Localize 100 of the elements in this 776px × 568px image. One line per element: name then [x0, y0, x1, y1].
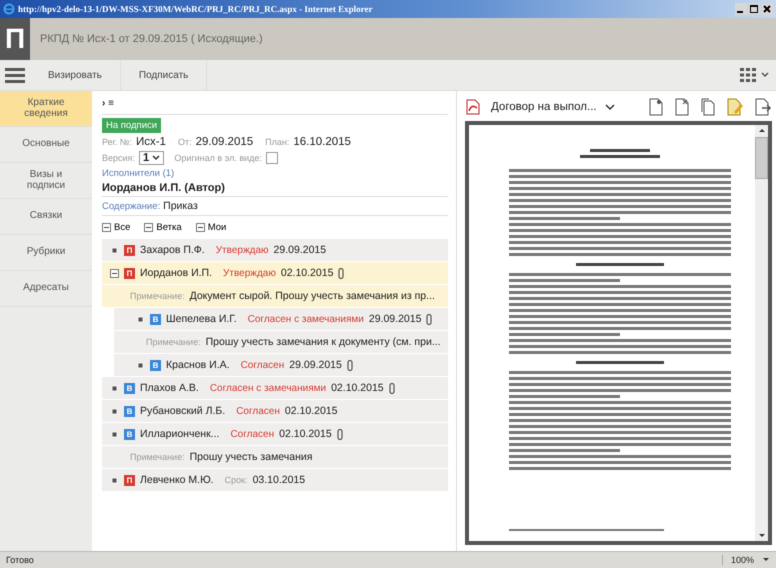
page-close-icon[interactable] [674, 98, 690, 116]
approval-status: Утверждаю [216, 244, 269, 256]
person-name: Иорданов И.П. [140, 267, 212, 279]
person-name: Илларионченк... [140, 428, 220, 440]
collapse-icon [196, 223, 205, 232]
approval-date: 02.10.2015 [280, 267, 334, 279]
original-checkbox[interactable] [266, 152, 278, 164]
approval-date: 29.09.2015 [368, 313, 422, 325]
role-badge: В [124, 406, 135, 416]
plan-date: 16.10.2015 [293, 136, 351, 148]
status-text: Готово [6, 555, 34, 565]
zoom-control[interactable]: 100% [722, 555, 754, 565]
close-icon[interactable] [761, 3, 773, 15]
sidebar-item[interactable]: Краткие сведения [0, 91, 92, 127]
caret-icon[interactable] [762, 557, 770, 563]
status-badge: На подписи [102, 118, 162, 133]
maximize-icon[interactable] [748, 3, 760, 15]
caret-icon [604, 104, 615, 110]
approval-row[interactable]: В Плахов А.В. Согласен с замечаниями 02.10.2015 [102, 377, 448, 400]
approval-row[interactable]: П Захаров П.Ф. Утверждаю 29.09.2015 [102, 239, 448, 262]
filter-toggle[interactable]: Все [102, 222, 130, 233]
filter-toggle[interactable]: Мои [196, 222, 226, 233]
scrollbar[interactable] [755, 125, 768, 541]
plan-label: План: [265, 137, 290, 147]
role-badge: П [124, 474, 135, 486]
breadcrumb[interactable]: › ≡ [102, 95, 448, 115]
app-logo: П [0, 18, 30, 60]
approval-date: 03.10.2015 [252, 474, 306, 486]
approval-row[interactable]: В Илларионченк... Согласен 02.10.2015 [102, 423, 448, 446]
approval-date: 02.10.2015 [279, 428, 332, 440]
approval-status: Согласен [230, 428, 274, 440]
note-label: Примечание: [130, 452, 185, 462]
note-text: Прошу учесть замечания к документу (см. при... [206, 336, 441, 348]
caret-icon [152, 155, 160, 161]
minimize-icon[interactable] [735, 3, 747, 15]
approval-status: Согласен [240, 360, 284, 370]
browser-icon [3, 3, 15, 15]
sidebar-item[interactable]: Связки [0, 199, 92, 235]
person-name: Захаров П.Ф. [140, 244, 205, 256]
collapse-icon [102, 223, 111, 232]
approval-row[interactable]: П Иорданов И.П. Утверждаю 02.10.2015 [102, 262, 448, 285]
paperclip-icon[interactable] [388, 382, 395, 394]
approval-row[interactable]: П Левченко М.Ю. Срок: 03.10.2015 [102, 469, 448, 492]
reg-label: Рег. №: [102, 137, 132, 147]
sidebar-item[interactable]: Адресаты [0, 271, 92, 307]
edit-page-icon[interactable] [726, 98, 744, 116]
approval-status: Согласен [236, 406, 280, 416]
attachment-select[interactable]: Договор на выпол... [491, 101, 615, 113]
approval-status: Утверждаю [223, 268, 276, 278]
copy-icon[interactable] [700, 98, 716, 116]
approval-row[interactable]: В Шепелева И.Г. Согласен с замечаниями 29.09.2015 [114, 308, 448, 331]
collapse-icon[interactable] [110, 268, 119, 278]
content-value: Приказ [163, 200, 198, 212]
sidebar-item[interactable]: Основные [0, 127, 92, 163]
sidebar-item[interactable]: Рубрики [0, 235, 92, 271]
from-date: 29.09.2015 [196, 136, 254, 148]
from-label: От: [178, 137, 192, 147]
note-text: Документ сырой. Прошу учесть замечания из пр... [190, 290, 435, 302]
approval-date: 29.09.2015 [289, 359, 342, 371]
page-icon[interactable] [648, 98, 664, 116]
approval-row[interactable]: В Краснов И.А. Согласен 29.09.2015 [114, 354, 448, 377]
document-title: РКПД № Исх-1 от 29.09.2015 ( Исходящие.) [40, 33, 263, 45]
original-label: Оригинал в эл. виде: [174, 153, 262, 163]
paperclip-icon[interactable] [336, 428, 343, 440]
role-badge: В [124, 382, 135, 394]
reg-number: Исх-1 [136, 136, 166, 148]
scrollbar-thumb[interactable] [755, 137, 768, 179]
note-label: Примечание: [130, 291, 185, 301]
role-badge: В [150, 360, 161, 370]
export-page-icon[interactable] [754, 98, 772, 116]
sidebar-item[interactable]: Визы и подписи [0, 163, 92, 199]
role-badge: П [124, 268, 135, 278]
approval-status: Согласен с замечаниями [248, 314, 364, 324]
pdf-file-icon [465, 99, 481, 115]
approval-date: 02.10.2015 [331, 382, 384, 394]
approval-date: 29.09.2015 [274, 244, 326, 256]
paperclip-icon[interactable] [338, 268, 344, 278]
version-select[interactable]: 1 [138, 151, 164, 165]
deadline-label: Срок: [224, 475, 248, 485]
content-label: Содержание: [102, 201, 160, 212]
note-label: Примечание: [146, 337, 201, 347]
person-name: Рубановский Л.Б. [140, 405, 226, 417]
note-text: Прошу учесть замечания [190, 451, 312, 463]
collapse-icon [144, 223, 154, 232]
role-badge: П [124, 244, 135, 256]
author-name: Иорданов И.П. (Автор) [102, 182, 448, 197]
approval-row[interactable]: В Рубановский Л.Б. Согласен 02.10.2015 [102, 400, 448, 423]
person-name: Левченко М.Ю. [140, 474, 214, 486]
approval-status: Согласен с замечаниями [210, 382, 326, 394]
role-badge: В [124, 428, 135, 440]
role-badge: В [150, 314, 161, 324]
person-name: Плахов А.В. [140, 382, 199, 394]
executors-link[interactable]: Исполнители (1) [102, 168, 448, 179]
window-title: http://hpv2-delo-13-1/DW-MSS-XF30M/WebRC/PRJ_RC/PRJ_RC.aspx - Internet Explorer [18, 4, 372, 14]
filter-toggle[interactable]: Ветка [144, 222, 182, 233]
version-label: Версия: [102, 153, 135, 163]
paperclip-icon[interactable] [346, 360, 353, 370]
approval-date: 02.10.2015 [284, 405, 338, 417]
paperclip-icon[interactable] [426, 314, 432, 324]
person-name: Краснов И.А. [166, 359, 230, 371]
